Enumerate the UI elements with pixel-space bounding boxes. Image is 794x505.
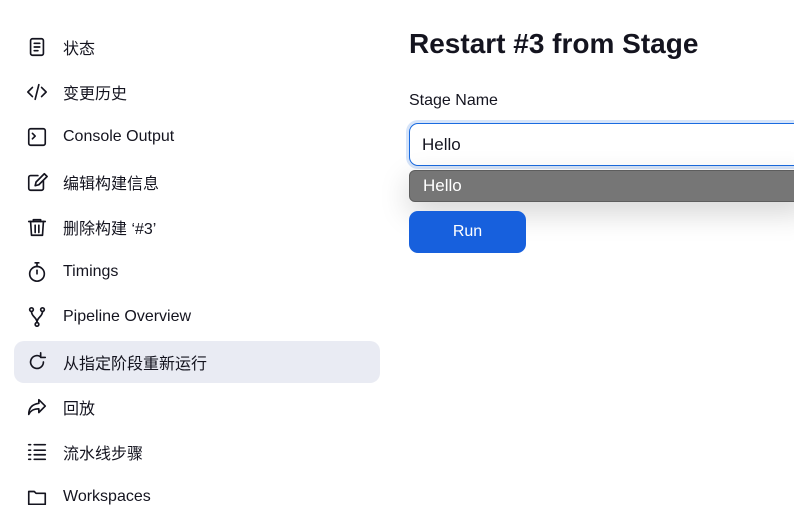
sidebar-item-label: 变更历史 (63, 86, 128, 103)
sidebar-item-changes[interactable]: 变更历史 (14, 71, 380, 113)
sidebar-item-pipeline-steps[interactable]: 流水线步骤 (14, 431, 380, 473)
sidebar-item-label: 回放 (63, 401, 96, 418)
main-content: Restart #3 from Stage Stage Name Hello R… (409, 0, 794, 505)
code-icon (26, 81, 48, 103)
folder-icon (26, 486, 48, 505)
sidebar-item-restart-from-stage[interactable]: 从指定阶段重新运行 (14, 341, 380, 383)
sidebar-item-label: 流水线步骤 (63, 446, 144, 463)
replay-arrow-icon (26, 396, 48, 418)
list-steps-icon (26, 441, 48, 463)
sidebar-item-label: 状态 (63, 41, 96, 58)
sidebar-item-timings[interactable]: Timings (14, 251, 380, 293)
stopwatch-icon (26, 261, 48, 283)
edit-icon (26, 171, 48, 193)
sidebar-item-workspaces[interactable]: Workspaces (14, 476, 380, 505)
page: 状态 变更历史 Console Output 编辑构建信息 删除构建 ‘#3’ … (0, 0, 794, 505)
stage-name-input[interactable] (409, 123, 794, 166)
document-icon (26, 36, 48, 58)
stage-name-label: Stage Name (409, 92, 498, 109)
sidebar-item-pipeline-overview[interactable]: Pipeline Overview (14, 296, 380, 338)
sidebar: 状态 变更历史 Console Output 编辑构建信息 删除构建 ‘#3’ … (14, 26, 380, 505)
trash-icon (26, 216, 48, 238)
terminal-icon (26, 126, 48, 148)
sidebar-item-console-output[interactable]: Console Output (14, 116, 380, 158)
sidebar-item-label: 从指定阶段重新运行 (63, 356, 208, 373)
stage-suggestion-option[interactable]: Hello (409, 170, 794, 202)
sidebar-item-label: 删除构建 ‘#3’ (63, 221, 157, 238)
sidebar-item-label: Workspaces (63, 488, 151, 505)
sidebar-item-replay[interactable]: 回放 (14, 386, 380, 428)
sidebar-item-edit-build-info[interactable]: 编辑构建信息 (14, 161, 380, 203)
sidebar-item-label: Timings (63, 263, 119, 280)
page-title: Restart #3 from Stage (409, 28, 699, 59)
sidebar-item-label: Pipeline Overview (63, 308, 192, 325)
run-button[interactable]: Run (409, 211, 526, 253)
sidebar-item-label: 编辑构建信息 (63, 176, 160, 193)
sidebar-item-delete-build[interactable]: 删除构建 ‘#3’ (14, 206, 380, 248)
branch-icon (26, 306, 48, 328)
restart-icon (26, 351, 48, 373)
sidebar-item-label: Console Output (63, 128, 175, 145)
sidebar-item-status[interactable]: 状态 (14, 26, 380, 68)
